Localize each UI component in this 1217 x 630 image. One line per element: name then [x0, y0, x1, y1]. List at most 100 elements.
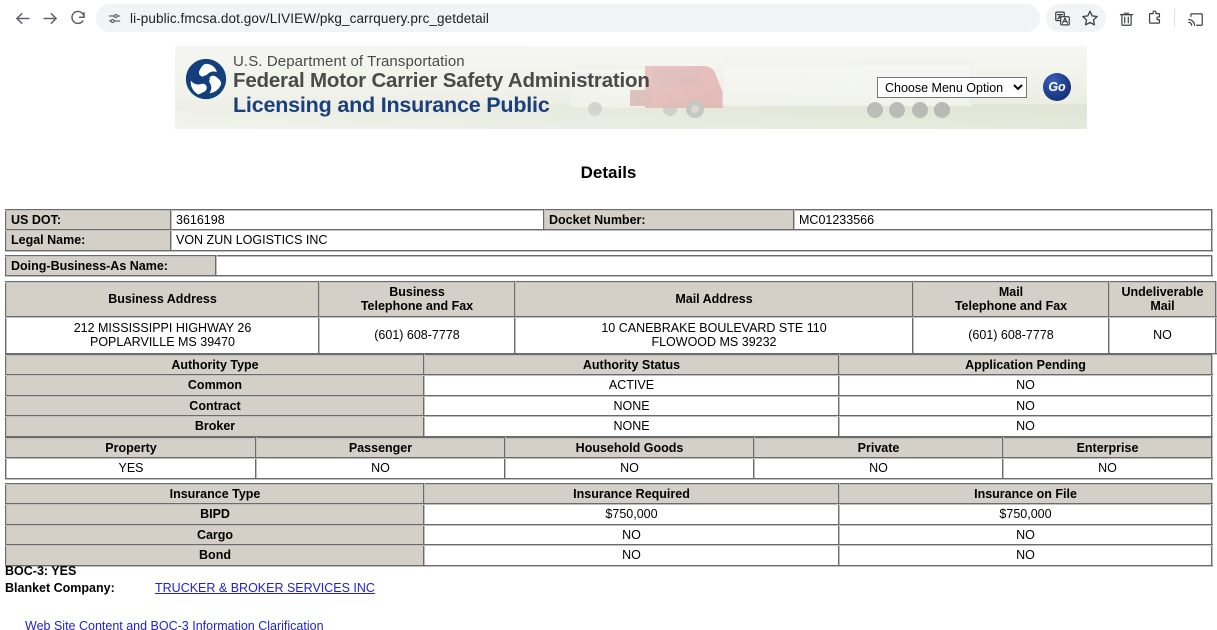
authority-status-common: ACTIVE [423, 374, 840, 397]
insurance-type-bipd: BIPD [5, 503, 425, 526]
undeliverable-mail-value: NO [1108, 315, 1217, 355]
insurance-on-file-bipd: $750,000 [838, 503, 1213, 526]
operations-table: Property Passenger Household Goods Priva… [5, 436, 1213, 480]
translate-icon[interactable] [1048, 4, 1076, 32]
banner-title-block: U.S. Department of Transportation Federa… [233, 54, 650, 116]
back-arrow-icon[interactable] [8, 4, 36, 32]
private-value: NO [753, 457, 1004, 480]
page-title: Details [580, 163, 637, 182]
identity-table: US DOT: 3616198 Docket Number: MC0123356… [5, 208, 1213, 252]
table-row: Contract NONE NO [5, 394, 1213, 418]
private-header: Private [753, 436, 1004, 460]
site-settings-icon[interactable] [106, 10, 122, 26]
forward-arrow-icon[interactable] [36, 4, 64, 32]
dba-value [215, 254, 1213, 278]
table-row: Bond NO NO [5, 544, 1213, 567]
omnibox-action-group [1046, 4, 1106, 32]
dot-department-line: U.S. Department of Transportation [233, 53, 465, 70]
reload-icon[interactable] [64, 4, 92, 32]
business-address-line1: 212 MISSISSIPPI HIGHWAY 26 [73, 320, 252, 335]
docket-number-value: MC01233566 [793, 208, 1213, 232]
legal-name-value: VON ZUN LOGISTICS INC [170, 229, 1213, 252]
authority-status-contract: NONE [423, 394, 840, 418]
household-goods-header: Household Goods [504, 436, 755, 460]
content-clarification-link[interactable]: Web Site Content and BOC-3 Information C… [25, 619, 324, 630]
authority-type-common: Common [5, 374, 425, 397]
insurance-table: Insurance Type Insurance Required Insura… [5, 482, 1213, 567]
authority-status-broker: NONE [423, 415, 840, 438]
legal-name-label: Legal Name: [5, 229, 172, 252]
insurance-type-cargo: Cargo [5, 523, 425, 547]
application-pending-common: NO [838, 374, 1213, 397]
us-dot-value: 3616198 [170, 208, 545, 232]
cast-icon[interactable] [1181, 4, 1209, 32]
insurance-on-file-cargo: NO [838, 523, 1213, 547]
authority-table: Authority Type Authority Status Applicat… [5, 353, 1213, 438]
licensing-insurance-line: Licensing and Insurance Public [233, 92, 550, 117]
docket-number-label: Docket Number: [543, 208, 795, 232]
menu-option-select[interactable]: Choose Menu Option [877, 77, 1027, 98]
insurance-required-header: Insurance Required [423, 482, 840, 506]
authority-status-header: Authority Status [423, 353, 840, 377]
business-phone-header: Business Telephone and Fax [318, 281, 516, 318]
application-pending-header: Application Pending [838, 353, 1213, 377]
passenger-header: Passenger [255, 436, 506, 460]
table-row: YES NO NO NO NO [5, 457, 1213, 480]
us-dot-label: US DOT: [5, 208, 172, 232]
mail-address-line1: 10 CANEBRAKE BOULEVARD STE 110 [601, 320, 827, 335]
mail-phone-header: Mail Telephone and Fax [912, 281, 1110, 318]
address-table: Business Address Business Telephone and F… [5, 281, 1217, 355]
table-header-row: Property Passenger Household Goods Priva… [5, 436, 1213, 460]
property-value: YES [5, 457, 257, 480]
puzzle-piece-icon[interactable] [1140, 4, 1168, 32]
business-phone-value: (601) 608-7778 [318, 315, 516, 355]
business-address-header: Business Address [5, 281, 320, 318]
mail-address-line2: FLOWOOD MS 39232 [651, 335, 777, 350]
bookmark-star-icon[interactable] [1076, 4, 1104, 32]
authority-type-broker: Broker [5, 415, 425, 438]
mail-phone-value: (601) 608-7778 [912, 315, 1110, 355]
mail-address-value: 10 CANEBRAKE BOULEVARD STE 110 FLOWOOD M… [514, 315, 914, 355]
insurance-type-bond: Bond [5, 544, 425, 567]
dot-triskelion-logo [185, 58, 227, 100]
insurance-required-bipd: $750,000 [423, 503, 840, 526]
table-row: Cargo NO NO [5, 523, 1213, 547]
dba-table: Doing-Business-As Name: [5, 254, 1213, 278]
trash-icon[interactable] [1112, 4, 1140, 32]
table-row: Doing-Business-As Name: [5, 254, 1213, 278]
table-row: 212 MISSISSIPPI HIGHWAY 26 POPLARVILLE M… [5, 315, 1217, 355]
dba-label: Doing-Business-As Name: [5, 254, 217, 278]
blanket-company-row: Blanket Company: TRUCKER & BROKER SERVIC… [5, 581, 375, 595]
table-row: Legal Name: VON ZUN LOGISTICS INC [5, 229, 1213, 252]
authority-type-header: Authority Type [5, 353, 425, 377]
toolbar-divider [1174, 9, 1175, 27]
undeliverable-mail-header: Undeliverable Mail [1108, 281, 1217, 318]
table-row: Broker NONE NO [5, 415, 1213, 438]
insurance-on-file-header: Insurance on File [838, 482, 1213, 506]
blanket-company-link[interactable]: TRUCKER & BROKER SERVICES INC [155, 581, 375, 595]
page-content: U.S. Department of Transportation Federa… [0, 36, 1217, 630]
enterprise-value: NO [1002, 457, 1213, 480]
insurance-on-file-bond: NO [838, 544, 1213, 567]
boc3-status: BOC-3: YES [5, 564, 77, 578]
fmcsa-agency-line: Federal Motor Carrier Safety Administrat… [233, 69, 650, 92]
application-pending-contract: NO [838, 394, 1213, 418]
table-row: Common ACTIVE NO [5, 374, 1213, 397]
authority-type-contract: Contract [5, 394, 425, 418]
blanket-company-label: Blanket Company: [5, 581, 115, 595]
table-header-row: Insurance Type Insurance Required Insura… [5, 482, 1213, 506]
business-address-value: 212 MISSISSIPPI HIGHWAY 26 POPLARVILLE M… [5, 315, 320, 355]
table-header-row: Authority Type Authority Status Applicat… [5, 353, 1213, 377]
household-goods-value: NO [504, 457, 755, 480]
table-header-row: Business Address Business Telephone and F… [5, 281, 1217, 318]
boc3-section: BOC-3: YES Blanket Company: TRUCKER & BR… [5, 564, 375, 595]
address-bar[interactable]: li-public.fmcsa.dot.gov/LIVIEW/pkg_carrq… [96, 4, 1040, 32]
go-button[interactable]: Go [1043, 73, 1071, 101]
insurance-required-bond: NO [423, 544, 840, 567]
toolbar-icons [1046, 4, 1209, 32]
table-row: BIPD $750,000 $750,000 [5, 503, 1213, 526]
fmcsa-banner: U.S. Department of Transportation Federa… [175, 46, 1087, 129]
enterprise-header: Enterprise [1002, 436, 1213, 460]
insurance-type-header: Insurance Type [5, 482, 425, 506]
url-text: li-public.fmcsa.dot.gov/LIVIEW/pkg_carrq… [130, 10, 489, 26]
